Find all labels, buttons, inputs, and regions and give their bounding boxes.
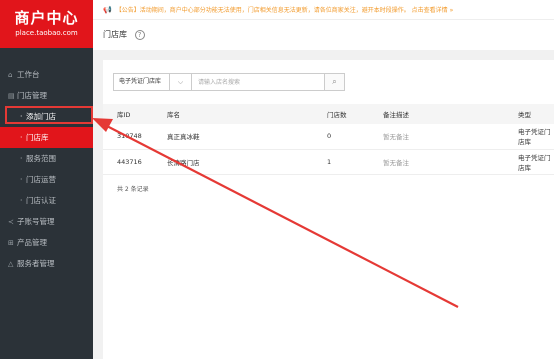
cell-library-name[interactable]: 长清路门店 — [153, 149, 313, 174]
sidebar-item-subaccount-management[interactable]: ≺ 子账号管理 — [0, 211, 93, 232]
logo[interactable]: 商户中心 place.taobao.com — [0, 0, 93, 48]
announcement-detail-link[interactable]: 点击查看详情 » — [412, 7, 454, 14]
sidebar-item-label: 服务者管理 — [17, 259, 55, 268]
page-header: 门店库 ? — [93, 20, 554, 50]
table-header-row: 库ID 库名 门店数 备注描述 类型 — [103, 104, 554, 124]
table-row[interactable]: 310748 真正真冰鞋 0 暂无备注 电子凭证门店库 — [103, 124, 554, 149]
sidebar-item-label: 工作台 — [17, 70, 40, 79]
library-type-select[interactable]: 电子凭证门店库 — [113, 73, 170, 91]
sidebar-item-workbench[interactable]: ⌂ 工作台 — [0, 64, 93, 85]
cell-type: 电子凭证门店库 — [518, 153, 551, 172]
cell-library-name[interactable]: 真正真冰鞋 — [153, 124, 313, 149]
announcement-bar: 📢 【公告】活动期间，商户中心部分功能无法使用，门店相关信息无法更新，请各位商家关… — [93, 0, 554, 20]
cell-store-count: 1 — [327, 157, 332, 166]
sidebar-subitem-store-certification[interactable]: · 门店认证 — [0, 190, 93, 211]
table-row[interactable]: 443716 长清路门店 1 暂无备注 电子凭证门店库 — [103, 149, 554, 174]
cell-library-id: 310748 — [117, 132, 142, 141]
sidebar-item-label: 产品管理 — [17, 238, 47, 247]
announcement-text: 【公告】活动期间，商户中心部分功能无法使用，门店相关信息无法更新，请各位商家关注… — [115, 7, 410, 14]
sidebar-item-store-management[interactable]: ▤ 门店管理 — [0, 85, 93, 106]
page-title: 门店库 — [103, 30, 127, 39]
cell-remark: 暂无备注 — [383, 133, 409, 142]
sidebar-item-label: 子账号管理 — [17, 217, 55, 226]
sidebar-subitem-service-range[interactable]: · 服务范围 — [0, 148, 93, 169]
column-header: 门店数 — [327, 111, 347, 119]
record-count: 共 2 条记录 — [117, 186, 149, 193]
sidebar-item-label: 门店认证 — [26, 196, 56, 205]
chevron-down-icon[interactable]: ⌵ — [170, 73, 192, 91]
sidebar-item-label: 门店库 — [26, 133, 49, 142]
logo-subtitle: place.taobao.com — [15, 29, 78, 37]
logo-title: 商户中心 — [14, 9, 79, 27]
grid-icon: ⊞ — [8, 239, 14, 247]
cell-type: 电子凭证门店库 — [518, 128, 551, 147]
sidebar-item-servicer-management[interactable]: △ 服务者管理 — [0, 253, 93, 274]
store-icon: ▤ — [8, 92, 15, 100]
help-icon[interactable]: ? — [134, 29, 145, 40]
column-header: 备注描述 — [383, 111, 409, 119]
annotation-highlight-box — [5, 106, 93, 124]
column-header: 库ID — [117, 111, 131, 119]
share-icon: ≺ — [8, 218, 14, 226]
sidebar-item-label: 门店管理 — [17, 91, 47, 100]
bell-icon: △ — [8, 260, 14, 268]
column-header: 库名 — [167, 111, 180, 119]
home-icon: ⌂ — [8, 71, 13, 79]
sidebar-item-product-management[interactable]: ⊞ 产品管理 — [0, 232, 93, 253]
column-header: 类型 — [518, 111, 531, 119]
sidebar-subitem-store-operation[interactable]: · 门店运营 — [0, 169, 93, 190]
cell-library-id: 443716 — [117, 157, 142, 166]
cell-store-count: 0 — [327, 132, 332, 141]
search-icon: ⌕ — [332, 77, 337, 86]
sidebar-item-label: 服务范围 — [26, 154, 56, 163]
sidebar-subitem-store-library[interactable]: · 门店库 — [0, 127, 93, 148]
sidebar-item-label: 门店运营 — [26, 175, 56, 184]
cell-remark: 暂无备注 — [383, 158, 409, 167]
search-input[interactable] — [192, 73, 325, 91]
sidebar: 商户中心 place.taobao.com ⌂ 工作台 ▤ 门店管理 · 添加门店 ·… — [0, 0, 93, 359]
search-button[interactable]: ⌕ — [325, 73, 345, 91]
filter-bar: 电子凭证门店库 ⌵ ⌕ — [113, 73, 345, 91]
megaphone-icon: 📢 — [103, 6, 112, 14]
content-card: 电子凭证门店库 ⌵ ⌕ 库ID 库名 门店数 备注描述 类型 310748 真正… — [103, 60, 554, 359]
store-library-table: 库ID 库名 门店数 备注描述 类型 310748 真正真冰鞋 0 暂无备注 电… — [103, 104, 554, 175]
sidebar-menu: ⌂ 工作台 ▤ 门店管理 · 添加门店 · 门店库 · 服务范围 · 门店运营 · 门店认证 … — [0, 64, 93, 274]
